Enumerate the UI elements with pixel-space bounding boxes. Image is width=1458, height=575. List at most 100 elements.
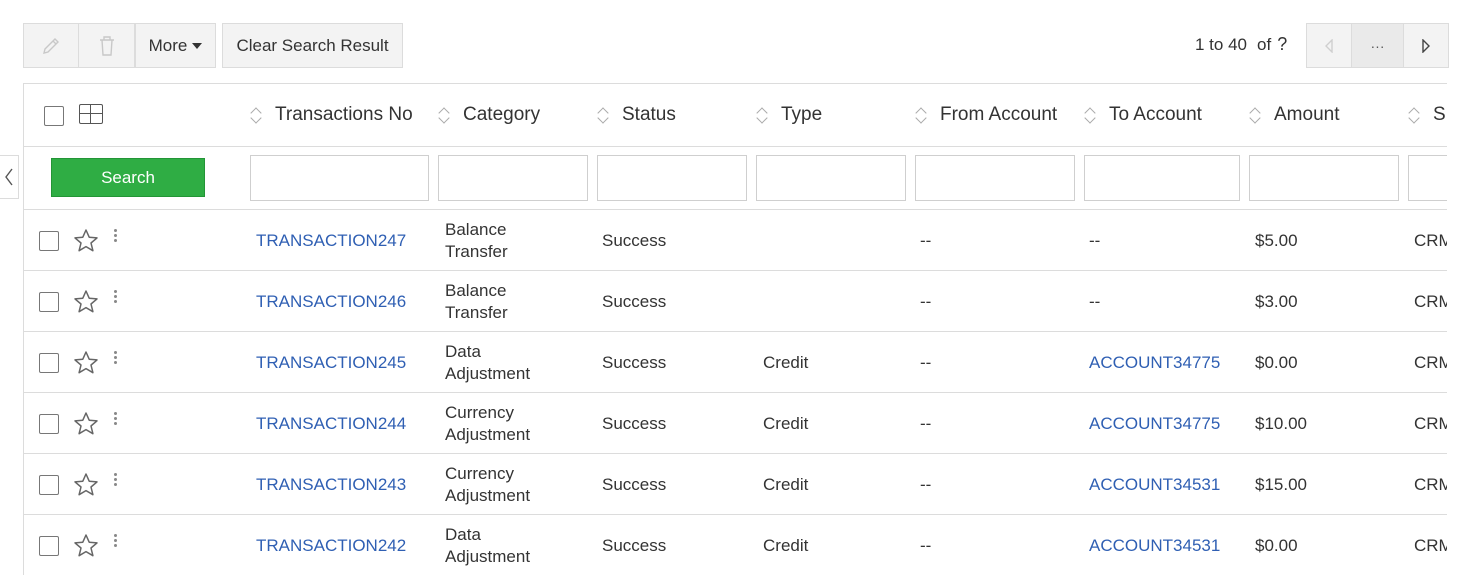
column-header-to-account[interactable]: To Account bbox=[1085, 104, 1202, 126]
row-checkbox[interactable] bbox=[39, 475, 59, 495]
sort-icon bbox=[1250, 106, 1262, 124]
amount-cell: $15.00 bbox=[1255, 474, 1307, 494]
row-checkbox[interactable] bbox=[39, 292, 59, 312]
pagination-range: 1 to 40 bbox=[1195, 34, 1247, 54]
row-actions-icon[interactable] bbox=[114, 412, 118, 427]
star-icon[interactable] bbox=[72, 410, 100, 438]
transaction-no-link[interactable]: TRANSACTION247 bbox=[256, 210, 406, 271]
collapse-panel-button[interactable] bbox=[0, 155, 19, 199]
filter-from-account-input[interactable] bbox=[915, 155, 1075, 201]
to-account-link[interactable]: ACCOUNT34775 bbox=[1089, 393, 1220, 454]
row-actions-icon[interactable] bbox=[114, 534, 118, 549]
filter-type-input[interactable] bbox=[756, 155, 906, 201]
from-account-cell: -- bbox=[920, 291, 932, 311]
row-checkbox[interactable] bbox=[39, 536, 59, 556]
filter-transactions-no-input[interactable] bbox=[250, 155, 429, 201]
next-page-button[interactable] bbox=[1404, 24, 1448, 67]
star-icon[interactable] bbox=[72, 532, 100, 560]
category-line-2: Transfer bbox=[445, 241, 508, 261]
column-label: From Account bbox=[940, 104, 1058, 125]
star-icon[interactable] bbox=[72, 288, 100, 316]
to-account-link[interactable]: ACCOUNT34775 bbox=[1089, 332, 1220, 393]
transaction-no-link[interactable]: TRANSACTION244 bbox=[256, 393, 406, 454]
column-header-from-account[interactable]: From Account bbox=[916, 104, 1057, 126]
row-actions-icon[interactable] bbox=[114, 473, 118, 488]
source-cell: CRM bbox=[1414, 413, 1447, 433]
source-cell: CRM bbox=[1414, 474, 1447, 494]
filter-amount-input[interactable] bbox=[1249, 155, 1399, 201]
row-actions-icon[interactable] bbox=[114, 351, 118, 366]
column-header-transactions-no[interactable]: Transactions No bbox=[251, 104, 413, 126]
pagination-controls: ··· bbox=[1306, 23, 1449, 68]
from-account-cell: -- bbox=[920, 474, 932, 494]
table-row: TRANSACTION245 Data Adjustment Success Cr… bbox=[24, 332, 1447, 393]
search-button[interactable]: Search bbox=[51, 158, 205, 197]
column-header-type[interactable]: Type bbox=[757, 104, 822, 126]
more-label: More bbox=[148, 35, 188, 55]
transaction-no-link[interactable]: TRANSACTION243 bbox=[256, 454, 406, 515]
clear-search-result-button[interactable]: Clear Search Result bbox=[222, 23, 403, 68]
column-header-amount[interactable]: Amount bbox=[1250, 104, 1339, 126]
sort-icon bbox=[1085, 106, 1097, 124]
filter-source-input[interactable] bbox=[1408, 155, 1447, 201]
transaction-no-link[interactable]: TRANSACTION245 bbox=[256, 332, 406, 393]
to-account-cell: -- bbox=[1089, 291, 1101, 311]
sort-icon bbox=[1409, 106, 1421, 124]
table-row: TRANSACTION244 Currency Adjustment Succes… bbox=[24, 393, 1447, 454]
triangle-left-icon bbox=[1325, 38, 1333, 53]
amount-cell: $0.00 bbox=[1255, 352, 1298, 372]
filter-status-input[interactable] bbox=[597, 155, 747, 201]
category-cell: Balance Transfer bbox=[445, 271, 508, 332]
source-cell: CRM bbox=[1414, 535, 1447, 555]
category-cell: Currency Adjustment bbox=[445, 454, 530, 515]
type-cell: Credit bbox=[763, 352, 809, 372]
row-checkbox[interactable] bbox=[39, 414, 59, 434]
select-all-checkbox[interactable] bbox=[44, 106, 64, 126]
pagination-summary: 1 to 40 of ? bbox=[1195, 34, 1287, 55]
star-icon[interactable] bbox=[72, 471, 100, 499]
type-cell: Credit bbox=[763, 474, 809, 494]
transaction-no-link[interactable]: TRANSACTION242 bbox=[256, 515, 406, 575]
row-checkbox[interactable] bbox=[39, 231, 59, 251]
column-label: Type bbox=[781, 104, 823, 125]
table-row: TRANSACTION246 Balance Transfer Success -… bbox=[24, 271, 1447, 332]
category-line-2: Transfer bbox=[445, 302, 508, 322]
sort-icon bbox=[251, 106, 263, 124]
to-account-cell: -- bbox=[1089, 230, 1101, 250]
column-settings-icon[interactable] bbox=[79, 104, 103, 124]
amount-cell: $0.00 bbox=[1255, 535, 1298, 555]
status-cell: Success bbox=[602, 413, 667, 433]
category-line-1: Currency bbox=[445, 463, 514, 483]
category-line-1: Data bbox=[445, 524, 481, 544]
column-label: Category bbox=[463, 104, 541, 125]
row-actions-icon[interactable] bbox=[114, 229, 118, 244]
delete-button[interactable] bbox=[79, 23, 135, 68]
from-account-cell: -- bbox=[920, 413, 932, 433]
more-menu-button[interactable]: More bbox=[135, 23, 216, 68]
status-cell: Success bbox=[602, 474, 667, 494]
filter-to-account-input[interactable] bbox=[1084, 155, 1240, 201]
source-cell: CRM bbox=[1414, 291, 1447, 311]
table-row: TRANSACTION242 Data Adjustment Success Cr… bbox=[24, 515, 1447, 575]
star-icon[interactable] bbox=[72, 227, 100, 255]
column-header-source[interactable]: S bbox=[1409, 104, 1446, 126]
column-header-status[interactable]: Status bbox=[598, 104, 676, 126]
category-cell: Data Adjustment bbox=[445, 515, 530, 575]
column-header-category[interactable]: Category bbox=[439, 104, 540, 126]
pagination-of: of bbox=[1257, 34, 1272, 54]
to-account-link[interactable]: ACCOUNT34531 bbox=[1089, 515, 1220, 575]
star-icon[interactable] bbox=[72, 349, 100, 377]
row-checkbox[interactable] bbox=[39, 353, 59, 373]
sort-icon bbox=[916, 106, 928, 124]
chevron-left-icon bbox=[5, 168, 13, 186]
category-line-2: Adjustment bbox=[445, 424, 531, 444]
from-account-cell: -- bbox=[920, 535, 932, 555]
transaction-no-link[interactable]: TRANSACTION246 bbox=[256, 271, 406, 332]
filter-category-input[interactable] bbox=[438, 155, 588, 201]
prev-page-button[interactable] bbox=[1307, 24, 1351, 67]
row-actions-icon[interactable] bbox=[114, 290, 118, 305]
total-count-unknown-icon[interactable]: ? bbox=[1277, 34, 1287, 55]
to-account-link[interactable]: ACCOUNT34531 bbox=[1089, 454, 1220, 515]
edit-button[interactable] bbox=[23, 23, 79, 68]
page-options-button[interactable]: ··· bbox=[1351, 24, 1404, 67]
